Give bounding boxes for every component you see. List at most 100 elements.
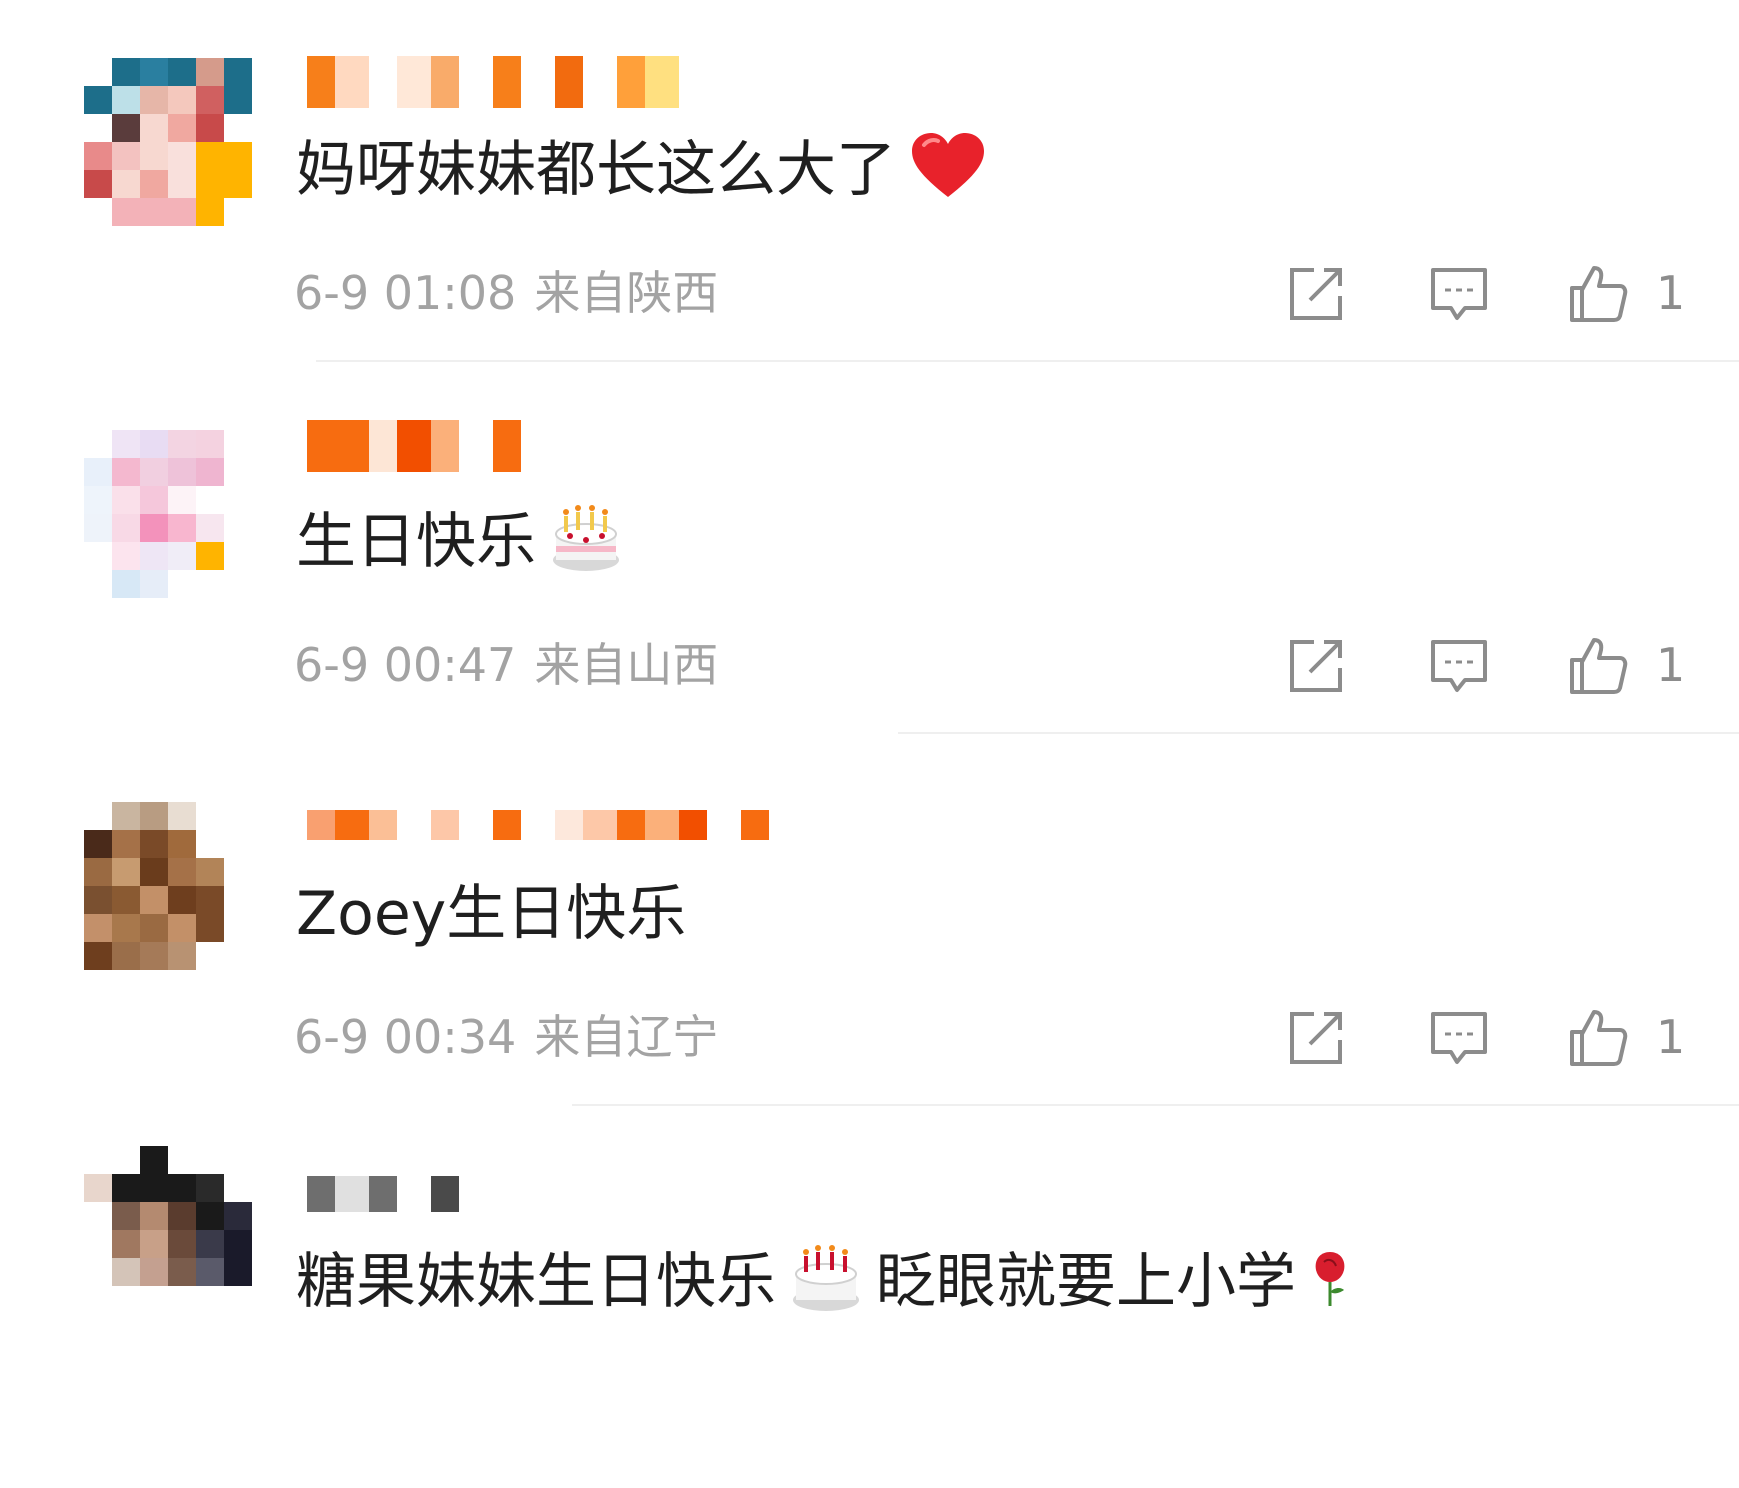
comment-location: 来自山西 — [534, 638, 719, 692]
avatar-pixel — [112, 142, 140, 170]
avatar-pixel — [168, 942, 196, 970]
avatar-pixel — [196, 802, 224, 830]
comment-icon[interactable] — [1427, 1006, 1491, 1070]
avatar-pixel — [168, 114, 196, 142]
share-icon[interactable] — [1284, 262, 1348, 326]
avatar-pixel — [140, 514, 168, 542]
nickname-mosaic-block — [645, 810, 679, 840]
avatar-pixel — [112, 514, 140, 542]
avatar-pixel — [140, 830, 168, 858]
nickname-mosaic-block — [431, 420, 459, 472]
nickname-mosaic-block — [369, 420, 397, 472]
avatar-pixel — [196, 458, 224, 486]
avatar-pixel — [84, 1146, 112, 1174]
avatar-pixel — [84, 542, 112, 570]
avatar-pixel — [140, 114, 168, 142]
comment-location: 来自辽宁 — [534, 1010, 719, 1064]
comment-icon[interactable] — [1427, 634, 1491, 698]
avatar-pixel — [140, 58, 168, 86]
avatar-pixel — [168, 430, 196, 458]
avatar-pixel — [112, 802, 140, 830]
avatar-pixel — [168, 886, 196, 914]
avatar-pixel — [140, 914, 168, 942]
avatar-pixel — [112, 570, 140, 598]
nickname-mosaic-block — [335, 810, 369, 840]
avatar-pixel — [196, 1286, 224, 1314]
avatar-pixel — [84, 430, 112, 458]
avatar-pixel — [112, 914, 140, 942]
nickname-mosaic-block — [431, 56, 459, 108]
avatar-pixel — [112, 886, 140, 914]
avatar[interactable] — [84, 1146, 252, 1314]
comment-actions: 1 — [1280, 634, 1700, 698]
avatar-pixel — [112, 942, 140, 970]
avatar-pixel — [112, 1146, 140, 1174]
nickname[interactable] — [307, 1176, 459, 1212]
avatar-pixel — [140, 198, 168, 226]
avatar-pixel — [168, 486, 196, 514]
avatar-pixel — [140, 802, 168, 830]
avatar-pixel — [168, 58, 196, 86]
avatar-pixel — [84, 170, 112, 198]
avatar-pixel — [84, 1230, 112, 1258]
nickname[interactable] — [307, 420, 521, 472]
nickname[interactable] — [307, 810, 769, 840]
avatar-pixel — [168, 514, 196, 542]
nickname-mosaic-block — [741, 810, 769, 840]
comment-meta: 6-9 01:08 来自陕西 — [294, 263, 718, 323]
nickname-mosaic-block — [459, 56, 493, 108]
avatar-pixel — [224, 914, 252, 942]
avatar-pixel — [168, 858, 196, 886]
nickname-mosaic-block — [493, 420, 521, 472]
thumbs-up-icon[interactable] — [1566, 634, 1630, 698]
avatar-pixel — [224, 430, 252, 458]
avatar-pixel — [196, 542, 224, 570]
avatar-pixel — [224, 486, 252, 514]
comment-text: Zoey生日快乐 — [296, 874, 686, 954]
comment-text: 妈呀妹妹都长这么大了 — [296, 130, 986, 210]
avatar-pixel — [112, 58, 140, 86]
avatar-pixel — [112, 1202, 140, 1230]
avatar-pixel — [84, 86, 112, 114]
avatar-pixel — [112, 542, 140, 570]
avatar-pixel — [140, 542, 168, 570]
avatar-pixel — [84, 858, 112, 886]
heart-emoji — [910, 131, 986, 199]
avatar-pixel — [112, 486, 140, 514]
comment-actions: 1 — [1280, 262, 1700, 326]
avatar-pixel — [140, 430, 168, 458]
thumbs-up-icon[interactable] — [1566, 262, 1630, 326]
comment-meta: 6-9 00:34 来自辽宁 — [294, 1007, 718, 1067]
avatar-pixel — [140, 1174, 168, 1202]
nickname[interactable] — [307, 56, 679, 108]
nickname-mosaic-block — [307, 56, 335, 108]
avatar-pixel — [224, 1174, 252, 1202]
avatar[interactable] — [84, 802, 252, 970]
thumbs-up-icon[interactable] — [1566, 1006, 1630, 1070]
avatar-pixel — [224, 570, 252, 598]
comment-text: 生日快乐 — [296, 502, 622, 582]
avatar-pixel — [168, 1174, 196, 1202]
divider — [898, 732, 1739, 734]
avatar-pixel — [84, 198, 112, 226]
avatar-pixel — [196, 942, 224, 970]
share-icon[interactable] — [1284, 634, 1348, 698]
avatar-pixel — [140, 886, 168, 914]
avatar-pixel — [168, 142, 196, 170]
avatar[interactable] — [84, 58, 252, 226]
nickname-mosaic-block — [493, 810, 521, 840]
avatar-pixel — [196, 142, 224, 170]
comment-time: 6-9 00:34 — [294, 1010, 517, 1064]
avatar-pixel — [140, 942, 168, 970]
nickname-mosaic-block — [369, 56, 397, 108]
avatar-pixel — [224, 1202, 252, 1230]
birthday-cake-emoji — [790, 1242, 862, 1314]
avatar[interactable] — [84, 430, 252, 598]
avatar-pixel — [224, 802, 252, 830]
avatar-pixel — [112, 1230, 140, 1258]
share-icon[interactable] — [1284, 1006, 1348, 1070]
avatar-pixel — [224, 542, 252, 570]
avatar-pixel — [196, 830, 224, 858]
comment-icon[interactable] — [1427, 262, 1491, 326]
avatar-pixel — [224, 114, 252, 142]
